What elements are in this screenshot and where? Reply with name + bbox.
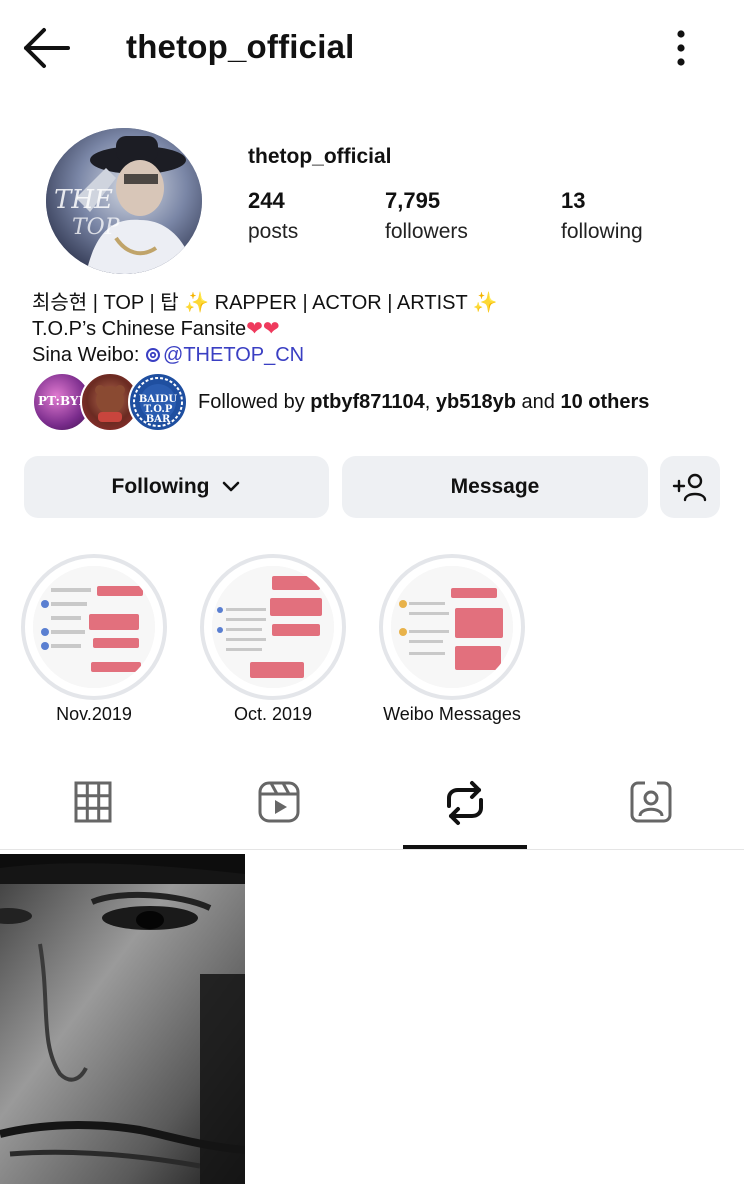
bio-line-2: T.O.P’s Chinese Fansite❤❤	[32, 316, 498, 342]
profile-username: thetop_official	[248, 145, 392, 168]
mutual-followers-avatars[interactable]: PT:BYF BAIDU T.O.P BAR	[32, 372, 188, 432]
followed-by-sep: ,	[424, 391, 436, 413]
followed-by-user-2[interactable]: yb518yb	[436, 391, 516, 413]
stat-following[interactable]: 13 following	[561, 188, 643, 244]
message-button[interactable]: Message	[342, 456, 648, 518]
highlight-item[interactable]: Oct. 2019	[200, 554, 346, 724]
followed-by-text[interactable]: Followed by ptbyf871104, yb518yb and 10 …	[198, 391, 649, 414]
stat-posts-label: posts	[248, 220, 299, 243]
add-person-icon	[672, 473, 707, 502]
stat-posts[interactable]: 244 posts	[248, 188, 298, 244]
followed-by-user-1[interactable]: ptbyf871104	[310, 391, 425, 413]
following-button-label: Following	[111, 475, 210, 498]
page-title: thetop_official	[126, 28, 355, 65]
highlight-label: Weibo Messages	[383, 704, 521, 724]
more-options-button[interactable]	[664, 26, 698, 70]
chevron-down-icon	[223, 481, 240, 492]
profile-bio: 최승현 | TOP | 탑 ✨ RAPPER | ACTOR | ARTIST …	[32, 290, 498, 368]
tab-reposts[interactable]	[372, 770, 558, 850]
stat-following-label: following	[561, 220, 643, 243]
tab-tagged[interactable]	[558, 770, 744, 850]
stat-followers-value: 7,795	[385, 188, 441, 213]
mutual-avatar-3: BAIDU T.O.P BAR	[128, 372, 188, 432]
following-button[interactable]: Following	[24, 456, 329, 518]
tagged-icon	[630, 781, 672, 823]
followed-by-and: and	[515, 391, 561, 413]
bio-line-1: 최승현 | TOP | 탑 ✨ RAPPER | ACTOR | ARTIST …	[32, 290, 498, 316]
bio-line-3-prefix: Sina Weibo:	[32, 344, 146, 366]
stat-followers-label: followers	[385, 220, 468, 243]
stat-followers[interactable]: 7,795 followers	[385, 188, 468, 244]
message-button-label: Message	[450, 475, 540, 498]
suggested-users-button[interactable]	[660, 456, 720, 518]
profile-avatar[interactable]: THE TOP	[46, 128, 202, 274]
highlight-item[interactable]: Nov.2019	[21, 554, 167, 724]
reels-icon	[258, 781, 300, 823]
tab-reels[interactable]	[186, 770, 372, 850]
profile-page: thetop_official THE TOP thetop_official …	[0, 0, 744, 1200]
svg-text:THE: THE	[54, 185, 113, 215]
highlight-ring	[379, 554, 525, 700]
repost-thumbnail[interactable]	[0, 854, 245, 1184]
active-tab-indicator	[403, 845, 527, 849]
threads-link[interactable]: @THETOP_CN	[145, 344, 304, 366]
highlight-ring	[21, 554, 167, 700]
highlight-cover	[33, 566, 155, 688]
stat-following-value: 13	[561, 188, 586, 213]
mutual-avatar-3-label: BAIDU T.O.P BAR	[138, 394, 178, 425]
repost-icon	[447, 781, 483, 825]
sparkle-icon: ✨	[472, 292, 498, 314]
sparkle-icon: ✨	[184, 292, 210, 314]
highlight-cover	[212, 566, 334, 688]
followed-by-prefix: Followed by	[198, 391, 311, 413]
followed-by-others[interactable]: 10 others	[560, 391, 649, 413]
bio-line-1-text: 최승현 | TOP | 탑	[32, 292, 185, 314]
bio-line-2-text: T.O.P’s Chinese Fansite	[32, 318, 247, 340]
bio-line-1-middle: RAPPER | ACTOR | ARTIST	[209, 292, 473, 314]
top-bar: thetop_official	[0, 0, 744, 96]
heart-icon: ❤❤	[246, 318, 280, 340]
threads-icon	[146, 348, 161, 362]
svg-text:TOP: TOP	[72, 215, 121, 240]
highlight-item[interactable]: Weibo Messages	[379, 554, 525, 724]
stat-posts-value: 244	[248, 188, 285, 213]
threads-link-text: @THETOP_CN	[163, 344, 305, 366]
profile-tabs	[0, 770, 744, 850]
grid-icon	[74, 781, 112, 823]
tab-posts-grid[interactable]	[0, 770, 186, 850]
highlight-ring	[200, 554, 346, 700]
more-vertical-icon	[677, 30, 685, 66]
back-button[interactable]	[22, 26, 72, 70]
arrow-left-icon	[24, 28, 70, 68]
highlight-cover	[391, 566, 513, 688]
bio-line-3: Sina Weibo: @THETOP_CN	[32, 342, 498, 368]
